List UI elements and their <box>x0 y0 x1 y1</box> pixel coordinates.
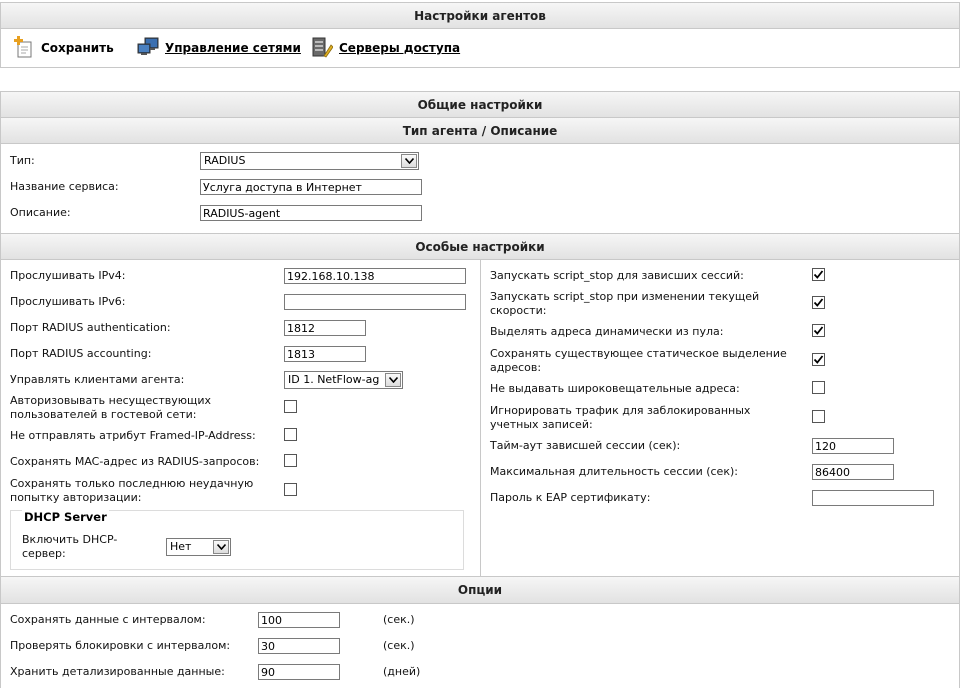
service-name-label: Название сервиса: <box>10 180 119 193</box>
max-session-label: Максимальная длительность сессии (сек): <box>490 465 738 478</box>
type-select-value: RADIUS <box>204 154 246 167</box>
keep-static-checkbox[interactable] <box>812 353 825 366</box>
script-stop-hung-label: Запускать script_stop для зависших сесси… <box>490 269 744 282</box>
no-framed-ip-label: Не отправлять атрибут Framed-IP-Address: <box>10 429 256 442</box>
dhcp-enable-value: Нет <box>170 540 192 553</box>
general-settings-title: Общие настройки <box>1 92 959 118</box>
script-stop-speed-checkbox[interactable] <box>812 296 825 309</box>
type-select[interactable]: RADIUS <box>200 152 419 170</box>
check-block-input[interactable] <box>258 638 340 654</box>
last-failed-label: Сохранять только последнюю неудачную поп… <box>10 477 254 504</box>
toolbar: Сохранить Управление сетями Серверы дост… <box>1 29 959 67</box>
manage-clients-label: Управлять клиентами агента: <box>10 373 185 386</box>
hung-timeout-label: Тайм-аут зависшей сессии (сек): <box>490 439 681 452</box>
special-settings-title: Особые настройки <box>1 233 959 260</box>
check-block-unit: (сек.) <box>383 639 415 652</box>
no-broadcast-label: Не выдавать широковещательные адреса: <box>490 382 740 395</box>
script-stop-hung-checkbox[interactable] <box>812 268 825 281</box>
dhcp-enable-label: Включить DHCP-сервер: <box>22 533 118 560</box>
check-icon <box>813 326 824 335</box>
eap-password-input[interactable] <box>812 490 934 506</box>
dhcp-enable-select[interactable]: Нет <box>166 538 231 556</box>
agent-settings-title: Настройки агентов <box>1 3 959 29</box>
save-interval-label: Сохранять данные с интервалом: <box>10 613 206 626</box>
keep-detail-input[interactable] <box>258 664 340 680</box>
ignore-blocked-checkbox[interactable] <box>812 410 825 423</box>
save-interval-unit: (сек.) <box>383 613 415 626</box>
save-mac-checkbox[interactable] <box>284 454 297 467</box>
keep-detail-unit: (дней) <box>383 665 421 678</box>
chevron-down-icon <box>401 154 417 168</box>
save-interval-input[interactable] <box>258 612 340 628</box>
service-name-input[interactable] <box>200 179 422 195</box>
agent-settings-panel: Настройки агентов Сохранить Управление с… <box>0 2 960 68</box>
guest-auth-label: Авторизовывать несуществующих пользовате… <box>10 394 212 421</box>
radius-auth-port-label: Порт RADIUS authentication: <box>10 321 171 334</box>
no-broadcast-checkbox[interactable] <box>812 381 825 394</box>
type-label: Тип: <box>10 154 35 167</box>
server-icon <box>311 36 334 61</box>
network-icon <box>137 37 159 60</box>
eap-password-label: Пароль к EAP сертификату: <box>490 491 651 504</box>
access-servers-link[interactable]: Серверы доступа <box>311 29 460 67</box>
max-session-input[interactable] <box>812 464 894 480</box>
ignore-blocked-label: Игнорировать трафик для заблокированных … <box>490 404 751 431</box>
manage-clients-select[interactable]: ID 1. NetFlow-ag <box>284 371 403 389</box>
last-failed-checkbox[interactable] <box>284 483 297 496</box>
ipv4-input[interactable] <box>284 268 466 284</box>
script-stop-speed-label: Запускать script_stop при изменении теку… <box>490 290 760 317</box>
ipv6-label: Прослушивать IPv6: <box>10 295 126 308</box>
agent-type-section-title: Тип агента / Описание <box>1 118 959 144</box>
check-icon <box>813 355 824 364</box>
ipv6-input[interactable] <box>284 294 466 310</box>
description-input[interactable] <box>200 205 422 221</box>
check-block-label: Проверять блокировки с интервалом: <box>10 639 231 652</box>
network-management-link[interactable]: Управление сетями <box>137 29 301 67</box>
column-divider <box>480 260 481 576</box>
manage-clients-value: ID 1. NetFlow-ag <box>288 373 380 386</box>
dhcp-server-legend: DHCP Server <box>22 510 109 524</box>
chevron-down-icon <box>213 540 229 554</box>
hung-timeout-input[interactable] <box>812 438 894 454</box>
keep-static-label: Сохранять существующее статическое выдел… <box>490 347 787 374</box>
network-management-label: Управление сетями <box>165 41 301 55</box>
radius-auth-port-input[interactable] <box>284 320 366 336</box>
chevron-down-icon <box>385 373 401 387</box>
save-label: Сохранить <box>41 41 114 55</box>
keep-detail-label: Хранить детализированные данные: <box>10 665 225 678</box>
check-icon <box>813 270 824 279</box>
radius-acct-port-label: Порт RADIUS accounting: <box>10 347 152 360</box>
radius-acct-port-input[interactable] <box>284 346 366 362</box>
guest-auth-checkbox[interactable] <box>284 400 297 413</box>
check-icon <box>813 298 824 307</box>
access-servers-label: Серверы доступа <box>339 41 461 55</box>
description-label: Описание: <box>10 206 71 219</box>
save-button[interactable]: Сохранить <box>13 29 114 67</box>
save-icon <box>13 35 35 61</box>
ipv4-label: Прослушивать IPv4: <box>10 269 126 282</box>
no-framed-ip-checkbox[interactable] <box>284 428 297 441</box>
save-mac-label: Сохранять MAC-адрес из RADIUS-запросов: <box>10 455 260 468</box>
dynamic-pool-label: Выделять адреса динамически из пула: <box>490 325 724 338</box>
options-title: Опции <box>1 576 959 604</box>
dynamic-pool-checkbox[interactable] <box>812 324 825 337</box>
